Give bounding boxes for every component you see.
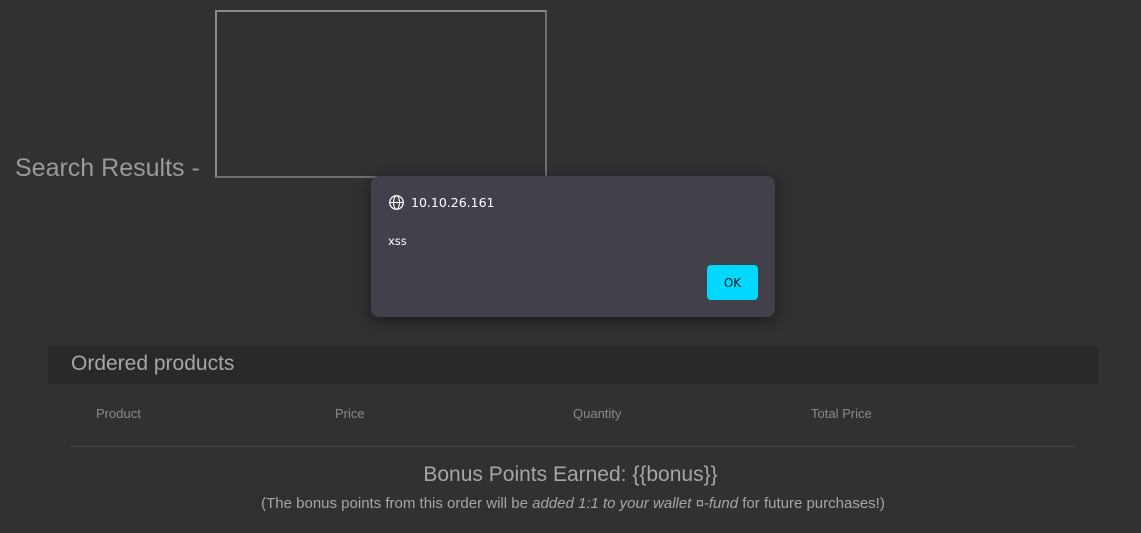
- alert-message: xss: [388, 234, 407, 248]
- bonus-note-prefix: (The bonus points from this order will b…: [261, 495, 528, 512]
- alert-dialog: 10.10.26.161 xss OK: [371, 176, 775, 317]
- ordered-products-header: Ordered products: [48, 346, 1098, 384]
- column-header-quantity: Quantity: [573, 406, 622, 421]
- page: Search Results - Ordered products Produc…: [0, 0, 1141, 533]
- embedded-frame[interactable]: [215, 10, 547, 178]
- alert-origin-text: 10.10.26.161: [411, 195, 495, 210]
- globe-icon: [389, 195, 404, 210]
- bonus-note-suffix: for future purchases!): [742, 495, 885, 512]
- bonus-points-title: Bonus Points Earned: {{bonus}}: [423, 463, 718, 486]
- alert-origin: 10.10.26.161: [388, 194, 495, 211]
- bonus-points-note: (The bonus points from this order will b…: [0, 495, 1141, 513]
- column-header-price: Price: [335, 406, 365, 421]
- column-header-product: Product: [96, 406, 141, 421]
- column-header-total-price: Total Price: [811, 406, 872, 421]
- search-results-heading: Search Results -: [15, 154, 200, 182]
- ok-button[interactable]: OK: [707, 265, 758, 300]
- ordered-products-title: Ordered products: [71, 352, 235, 375]
- table-divider: [71, 446, 1075, 447]
- bonus-note-emphasis: added 1:1 to your wallet ¤-fund: [532, 495, 739, 512]
